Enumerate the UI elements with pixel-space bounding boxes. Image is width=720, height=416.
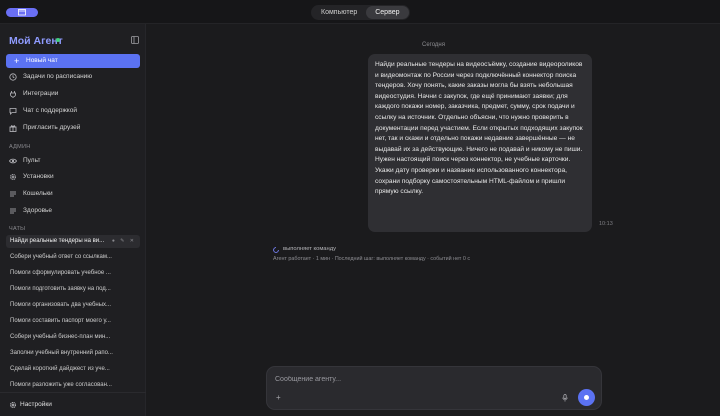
chat-list-item[interactable]: Помоги подготовить заявку на под... <box>6 283 140 296</box>
chat-title: Сделай короткий дайджест из уче... <box>10 366 110 372</box>
gift-icon <box>9 125 17 132</box>
gear-icon <box>10 174 16 180</box>
attach-plus-icon[interactable]: + <box>276 393 281 402</box>
chat-actions-icon[interactable]: ● ✎ ✕ <box>112 235 136 248</box>
chat-list-item[interactable]: Сделай короткий дайджест из уче... <box>6 363 140 376</box>
send-dot-icon <box>584 395 589 400</box>
list-icon <box>10 191 16 197</box>
spinner-icon <box>273 247 279 253</box>
brand-title: Мой Агент <box>9 35 63 47</box>
admin-section-label: АДМИН <box>9 144 31 150</box>
user-message-bubble: Найди реальные тендеры на видеосъёмку, с… <box>368 54 592 232</box>
clock-icon <box>9 73 17 81</box>
chat-title: Помоги подготовить заявку на под... <box>10 286 111 292</box>
chats-section-label: ЧАТЫ <box>9 226 26 232</box>
plus-icon: + <box>14 56 20 66</box>
sidebar-item-health[interactable]: Здоровье <box>6 204 140 218</box>
online-status-dot <box>56 38 60 42</box>
chat-title: Собери учебный бизнес-план мин... <box>10 334 111 340</box>
new-chat-label: Новый чат <box>26 57 58 64</box>
chat-title: Заполни учебный внутренний рапо... <box>10 350 113 356</box>
sidebar-item-label: Кошельки <box>23 190 53 197</box>
sidebar-collapse-icon[interactable] <box>131 36 139 44</box>
chat-list-item[interactable]: Помоги сформулировать учебное ... <box>6 267 140 280</box>
sidebar-item-label: Пригласить друзей <box>23 124 81 131</box>
chat-list-item[interactable]: Помоги составить паспорт моего у... <box>6 315 140 328</box>
list-icon <box>10 208 16 214</box>
sidebar: Мой Агент + Новый чат Задачи по расписан… <box>0 24 146 416</box>
sidebar-item-settings-admin[interactable]: Установки <box>6 170 140 184</box>
chat-list-item[interactable]: Найди реальные тендеры на ви... ● ✎ ✕ <box>6 235 140 248</box>
send-button[interactable] <box>578 389 595 406</box>
mode-switch: Компьютер Сервер <box>311 5 410 20</box>
sidebar-item-label: Интеграции <box>23 90 59 97</box>
plug-icon <box>10 91 16 98</box>
microphone-icon[interactable] <box>562 394 568 402</box>
agent-status-line: Агент работает · 1 мин · Последний шаг: … <box>273 256 471 262</box>
sidebar-item-invite-friends[interactable]: Пригласить друзей <box>6 121 140 135</box>
gear-icon <box>10 402 16 408</box>
eye-icon <box>9 158 17 164</box>
sidebar-item-wallets[interactable]: Кошельки <box>6 187 140 201</box>
chat-area: Сегодня Найди реальные тендеры на видеос… <box>147 24 720 416</box>
sidebar-item-scheduled-tasks[interactable]: Задачи по расписанию <box>6 70 140 84</box>
chat-list-item[interactable]: Заполни учебный внутренний рапо... <box>6 347 140 360</box>
chat-title: Помоги сформулировать учебное ... <box>10 270 111 276</box>
chat-title: Помоги организовать два учебных... <box>10 302 112 308</box>
chat-title: Помоги разложить уже согласован... <box>10 382 112 388</box>
mode-computer-tab[interactable]: Компьютер <box>312 6 366 19</box>
mode-server-tab[interactable]: Сервер <box>366 6 409 19</box>
message-composer: + <box>266 366 602 410</box>
message-input[interactable] <box>275 373 575 385</box>
settings-button[interactable]: Настройки <box>0 392 146 416</box>
chat-title: Собери учебный ответ со ссылкам... <box>10 254 112 260</box>
message-timestamp: 10:13 <box>599 221 613 227</box>
sidebar-item-support-chat[interactable]: Чат с поддержкой <box>6 104 140 118</box>
chat-title: Найди реальные тендеры на ви... <box>10 238 105 244</box>
chat-title: Помоги составить паспорт моего у... <box>10 318 111 324</box>
chat-icon <box>9 108 17 115</box>
chat-list-item[interactable]: Помоги организовать два учебных... <box>6 299 140 312</box>
sidebar-item-label: Здоровье <box>23 207 53 214</box>
new-chat-button[interactable]: + Новый чат <box>6 54 140 68</box>
chat-list-item[interactable]: Собери учебный ответ со ссылкам... <box>6 251 140 264</box>
sidebar-item-label: Пульт <box>23 157 41 164</box>
sidebar-item-label: Установки <box>23 173 54 180</box>
sidebar-item-dashboard[interactable]: Пульт <box>6 154 140 168</box>
sidebar-item-label: Задачи по расписанию <box>23 73 93 80</box>
chat-list-item[interactable]: Собери учебный бизнес-план мин... <box>6 331 140 344</box>
sidebar-item-label: Чат с поддержкой <box>23 107 77 114</box>
app-menu-button[interactable] <box>6 8 38 17</box>
window-icon <box>18 9 26 16</box>
date-divider: Сегодня <box>422 42 445 48</box>
settings-label: Настройки <box>20 401 52 408</box>
top-bar: Компьютер Сервер <box>0 0 720 24</box>
working-label: выполняет команду <box>283 246 337 252</box>
chat-list-item[interactable]: Помоги разложить уже согласован... <box>6 379 140 392</box>
sidebar-item-integrations[interactable]: Интеграции <box>6 87 140 101</box>
